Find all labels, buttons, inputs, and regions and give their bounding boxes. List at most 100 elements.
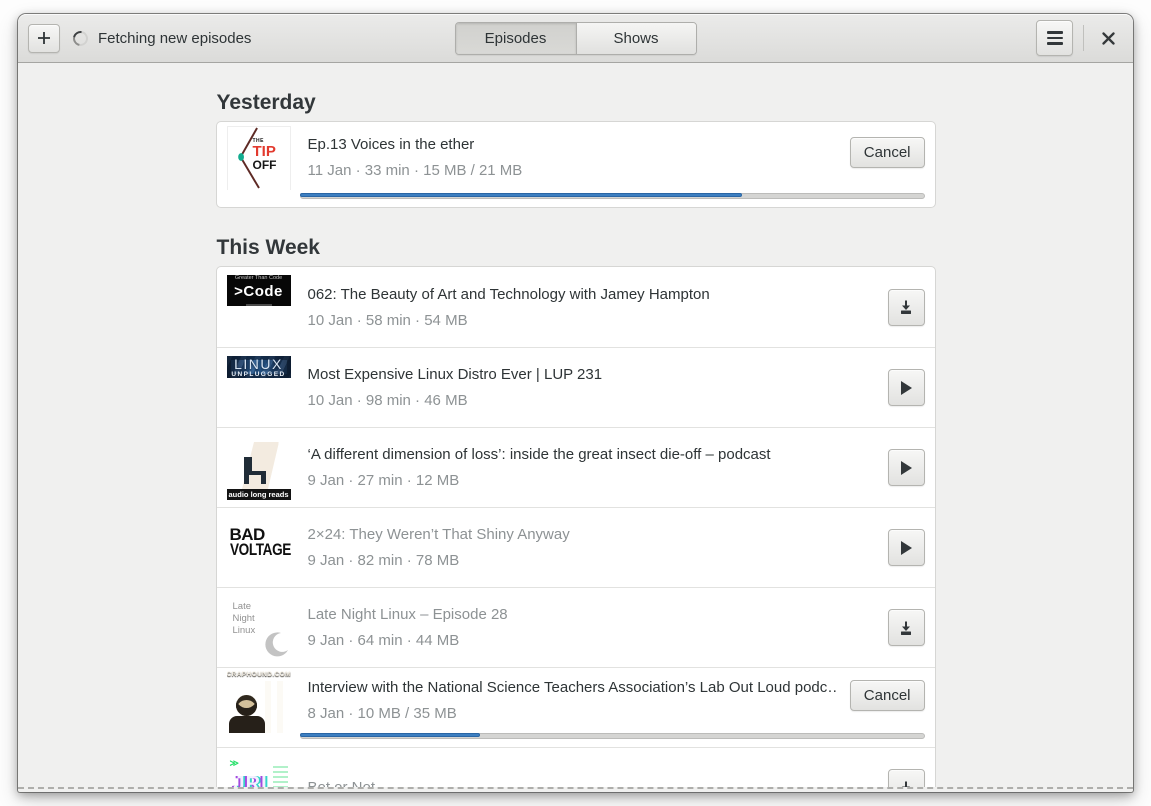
progress-fill	[299, 733, 481, 737]
episode-title: Interview with the National Science Teac…	[307, 679, 838, 696]
play-icon	[901, 540, 912, 555]
episode-meta: 9 Jan · 64 min · 44 MB	[307, 632, 460, 649]
episode-action-area	[887, 369, 925, 406]
episode-title: Late Night Linux – Episode 28	[307, 606, 508, 623]
episode-cover-craphound: CRAPHOUND.COM	[227, 669, 291, 733]
episode-row[interactable]: LINUX UNPLUGGED Most Expensive Linux Dist…	[216, 347, 935, 427]
episode-action-area	[887, 529, 925, 566]
episode-title: 062: The Beauty of Art and Technology wi…	[307, 285, 710, 303]
app-window: Fetching new episodes Episodes Shows Yes…	[18, 14, 1133, 792]
progress-bar	[299, 733, 925, 739]
tipoff-tip: TIP	[252, 142, 276, 160]
episode-action-area	[887, 769, 925, 787]
person-body	[228, 715, 265, 733]
jrl-grid	[272, 763, 288, 787]
play-icon	[901, 380, 912, 395]
section-title: Yesterday	[216, 91, 316, 114]
episode-text: Ep.13 Voices in the ether 11 Jan · 33 mi…	[308, 136, 850, 179]
episode-cover-tip-off: THE TIP OFF	[226, 125, 291, 190]
episode-row[interactable]: Late Night Linux Late Night Linux – Episod…	[216, 587, 935, 667]
episode-text: 062: The Beauty of Art and Technology wi…	[308, 286, 888, 329]
gtc-sub-bar	[245, 304, 272, 306]
jrl-glyph: ≫	[229, 757, 239, 768]
episode-text: Bot or Not	[308, 779, 888, 787]
view-switcher: Episodes Shows	[454, 22, 697, 55]
episode-feed: Yesterday THE TIP OFF Ep.13 Voices in the …	[215, 91, 936, 787]
person-head	[235, 694, 257, 716]
episode-meta: 8 Jan · 10 MB / 35 MB	[307, 705, 457, 722]
episode-meta: 11 Jan · 33 min · 15 MB / 21 MB	[307, 162, 523, 179]
episode-cover-linux-unplugged: LINUX UNPLUGGED	[226, 355, 291, 420]
tipoff-off: OFF	[252, 158, 277, 173]
episode-text: Interview with the National Science Teac…	[308, 679, 850, 722]
episode-card: THE TIP OFF Ep.13 Voices in the ether 11 J…	[215, 121, 936, 208]
episode-meta: 10 Jan · 58 min · 54 MB	[307, 311, 468, 329]
gtc-main-text: >Code	[234, 283, 283, 300]
guardian-roundel: ((g	[278, 437, 287, 448]
episode-cover-jrl: ≫ JRL	[227, 756, 291, 787]
episode-title: Bot or Not	[308, 779, 876, 787]
lup-subtitle: UNPLUGGED	[231, 370, 286, 378]
play-button[interactable]	[887, 449, 925, 486]
lup-title: LINUX	[234, 355, 283, 372]
header-right	[1036, 20, 1123, 56]
episode-action-area: Cancel	[849, 137, 925, 173]
add-podcast-button[interactable]	[28, 23, 60, 53]
episode-title: 2×24: They Weren’t That Shiny Anyway	[307, 526, 570, 543]
episode-row[interactable]: ≫ JRL Bot or Not	[216, 747, 935, 787]
episode-meta: 10 Jan · 98 min · 46 MB	[307, 392, 468, 409]
close-button[interactable]	[1093, 23, 1123, 53]
section-title: This Week	[216, 236, 320, 259]
episode-row[interactable]: Greater Than Code >Code 062: The Beauty o…	[217, 267, 935, 347]
episode-text: Most Expensive Linux Distro Ever | LUP 2…	[308, 366, 888, 409]
hamburger-icon	[1046, 28, 1063, 48]
episode-row[interactable]: ((g audio long reads ‘A different dimensi…	[216, 427, 935, 507]
play-button[interactable]	[887, 369, 925, 406]
download-button[interactable]	[887, 609, 925, 646]
tab-shows[interactable]: Shows	[575, 23, 696, 54]
alr-caption: audio long reads	[228, 489, 289, 499]
download-button[interactable]	[887, 288, 925, 326]
crescent-icon	[264, 631, 288, 656]
plus-icon	[38, 32, 50, 44]
tab-episodes[interactable]: Episodes	[455, 23, 576, 54]
content-area: Yesterday THE TIP OFF Ep.13 Voices in the …	[18, 63, 1133, 787]
progress-fill	[299, 193, 742, 197]
episode-title: ‘A different dimension of loss’: inside …	[307, 446, 771, 463]
resize-dashed-line	[18, 787, 1133, 789]
lnl-line: Late	[232, 600, 252, 612]
headerbar: Fetching new episodes Episodes Shows	[18, 14, 1133, 63]
episode-action-area	[887, 288, 925, 326]
episode-cover-greater-than-code: Greater Than Code >Code	[226, 275, 291, 339]
menu-button[interactable]	[1036, 20, 1073, 56]
cancel-button[interactable]: Cancel	[849, 680, 925, 711]
episode-title: Most Expensive Linux Distro Ever | LUP 2…	[307, 366, 603, 383]
episode-title: Ep.13 Voices in the ether	[307, 136, 475, 153]
play-button[interactable]	[887, 529, 925, 566]
episode-text: ‘A different dimension of loss’: inside …	[308, 446, 888, 489]
download-icon	[901, 621, 911, 635]
bv-line2: VOLTAGE	[229, 540, 291, 560]
spinner-icon	[70, 27, 91, 49]
episode-text: 2×24: They Weren’t That Shiny Anyway 9 J…	[308, 526, 888, 569]
episode-meta: 9 Jan · 82 min · 78 MB	[307, 552, 460, 569]
cancel-button[interactable]: Cancel	[849, 137, 925, 168]
episode-row[interactable]: CRAPHOUND.COM Interview with the Nationa…	[216, 667, 935, 747]
lnl-text: Late Night Linux	[233, 601, 256, 638]
section: Yesterday THE TIP OFF Ep.13 Voices in the …	[215, 91, 936, 208]
episode-action-area: Cancel	[849, 680, 925, 716]
gtc-top-text: Greater Than Code	[234, 275, 283, 281]
episode-card: Greater Than Code >Code 062: The Beauty o…	[215, 266, 936, 787]
progress-bar	[299, 193, 925, 199]
lnl-line: Night	[232, 612, 255, 624]
episode-action-area	[887, 449, 925, 486]
episode-cover-audio-long-reads: ((g audio long reads	[226, 436, 291, 500]
episode-row[interactable]: BAD VOLTAGE 2×24: They Weren’t That Shiny…	[216, 507, 935, 587]
episode-meta: 9 Jan · 27 min · 12 MB	[307, 472, 460, 489]
header-separator	[1083, 25, 1084, 51]
close-icon	[1101, 31, 1115, 45]
download-button[interactable]	[887, 769, 925, 787]
episode-row[interactable]: THE TIP OFF Ep.13 Voices in the ether 11 J…	[217, 122, 935, 207]
lnl-line: Linux	[232, 625, 256, 637]
episode-text: Late Night Linux – Episode 28 9 Jan · 64…	[308, 606, 888, 649]
